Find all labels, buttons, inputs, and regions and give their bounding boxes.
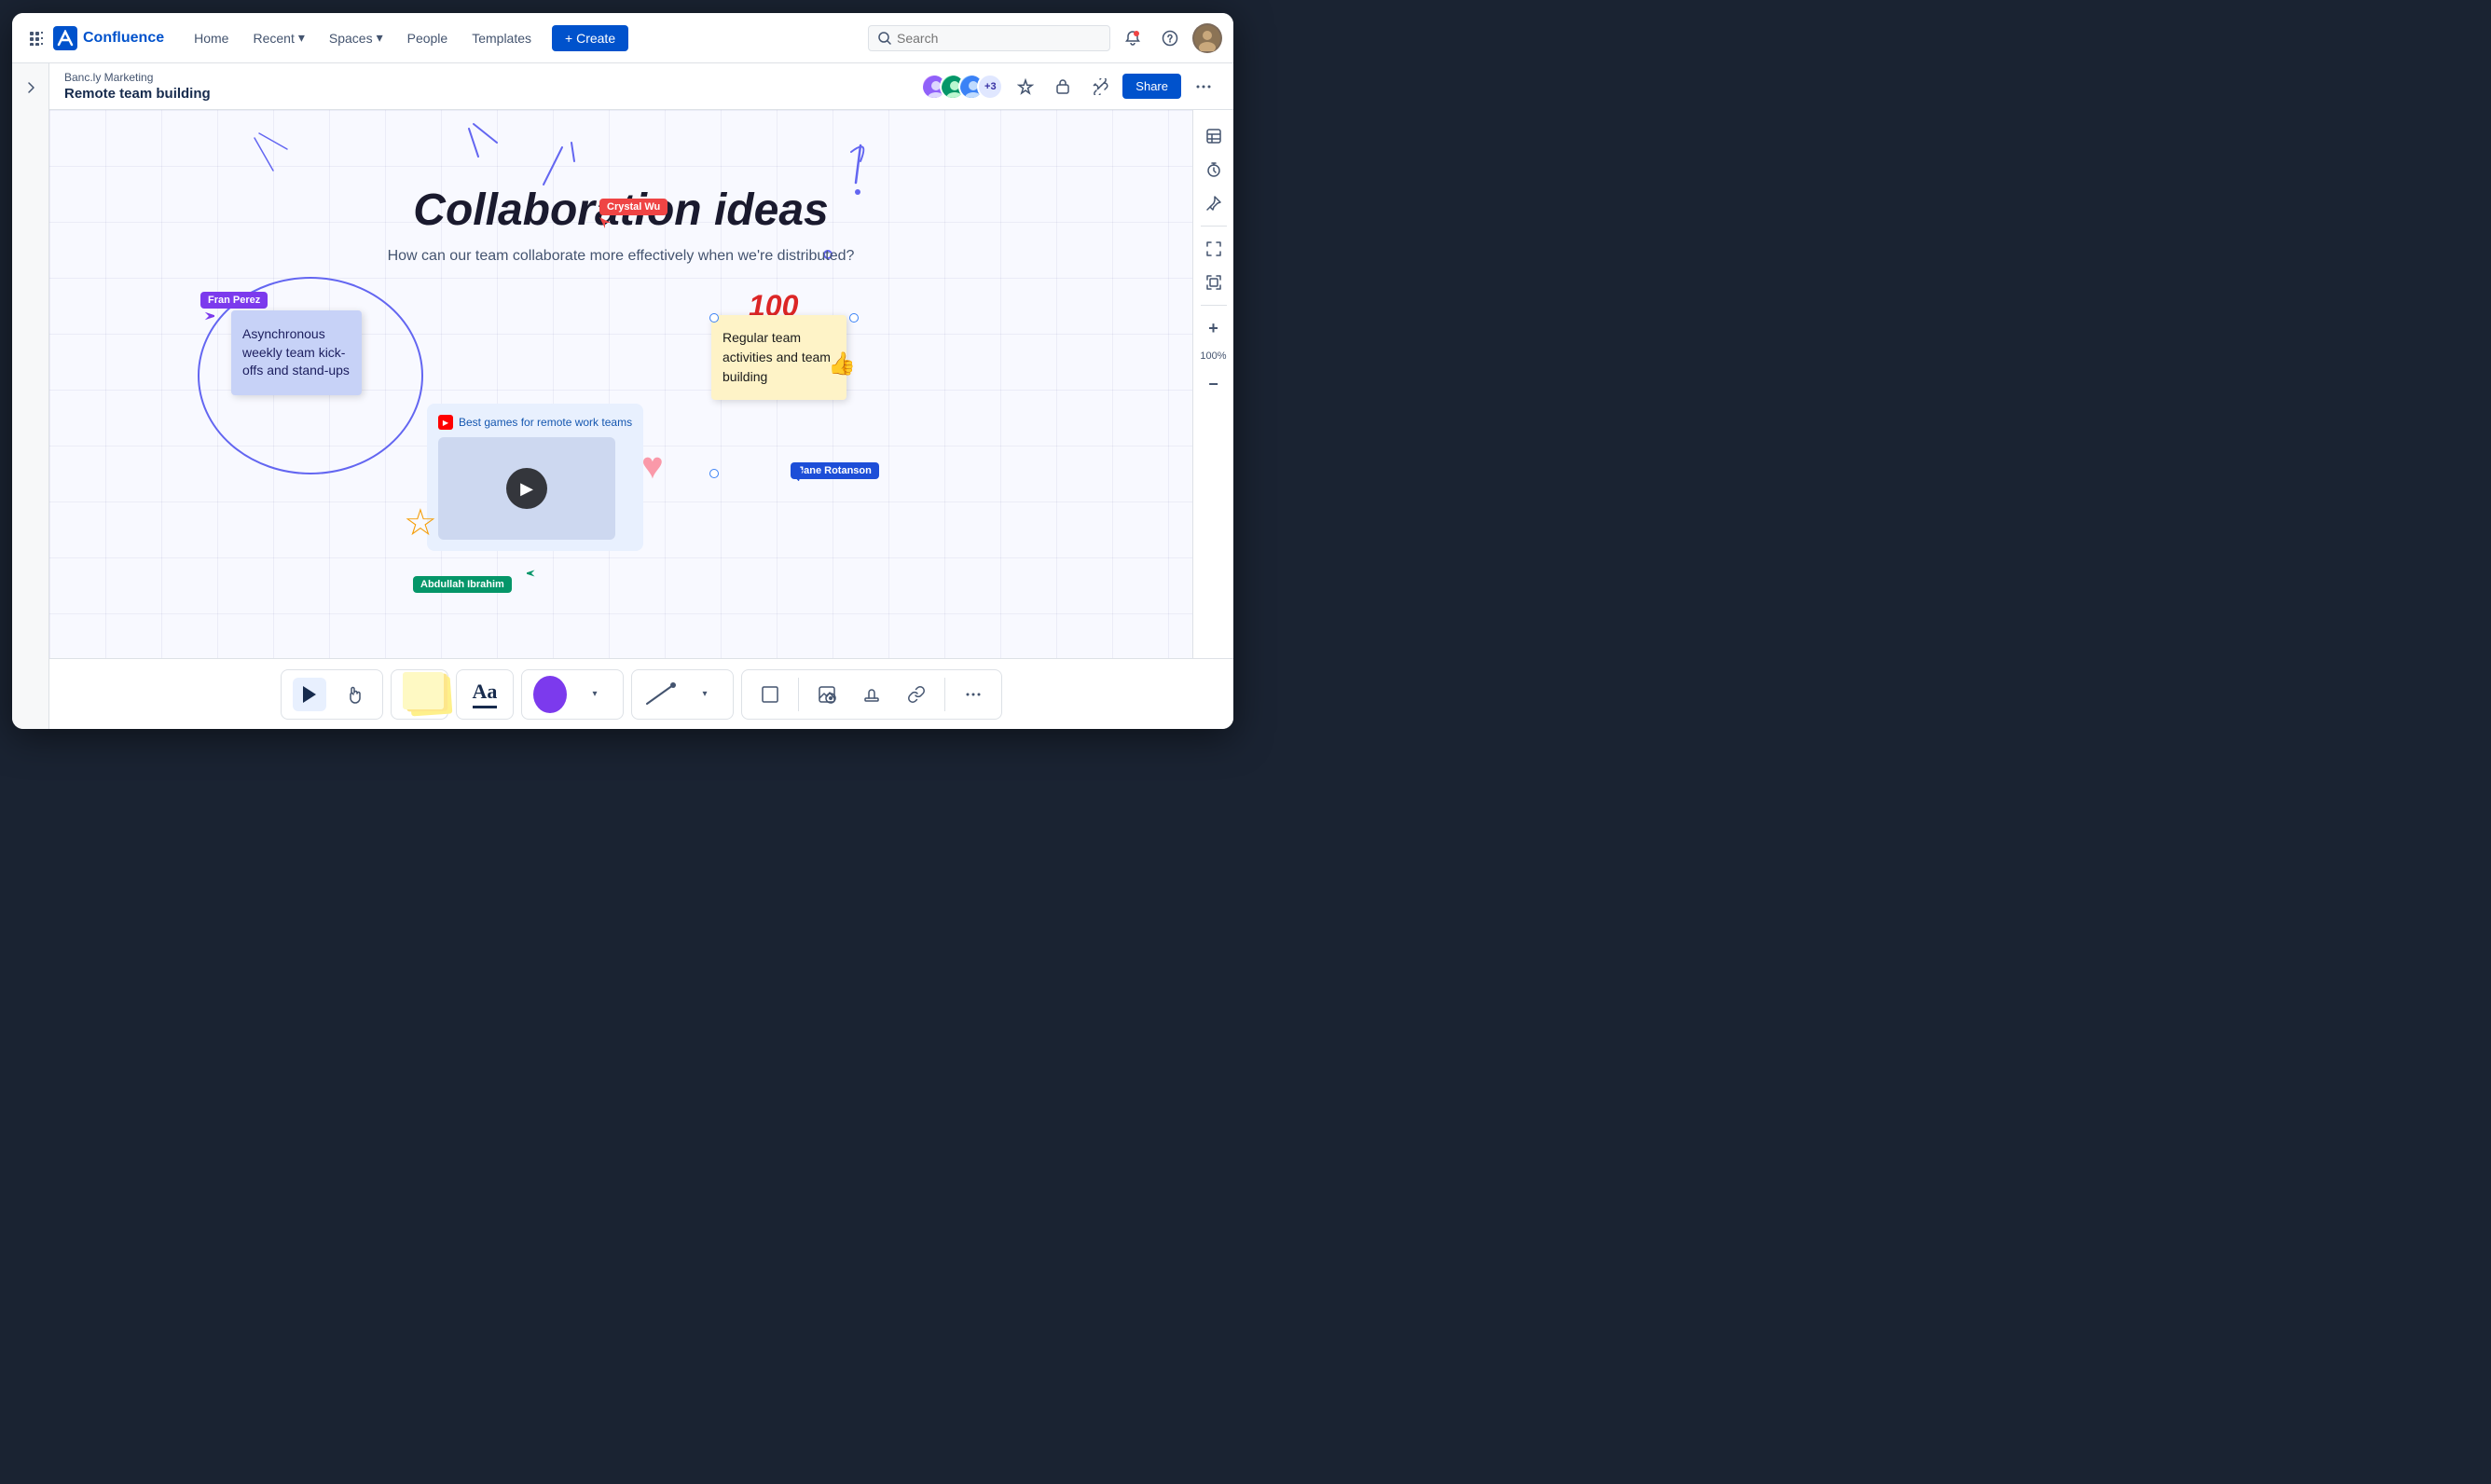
topbar-left: Confluence Home Recent ▾ Spaces ▾ People…: [23, 24, 628, 51]
copy-link-button[interactable]: [1085, 72, 1115, 102]
chevron-down-icon: ▾: [592, 689, 597, 699]
cursor-abdullah-ibrahim: Abdullah Ibrahim: [413, 576, 512, 593]
cursor-crystal-wu: Crystal Wu: [599, 199, 667, 215]
main-content: Banc.ly Marketing Remote team building: [49, 63, 1233, 729]
sticky-stack: [403, 672, 436, 717]
page-header: Banc.ly Marketing Remote team building: [49, 63, 1233, 110]
thumbs-up-emoji: 👍: [828, 348, 856, 381]
share-button[interactable]: Share: [1122, 74, 1181, 99]
table-icon[interactable]: [1199, 121, 1229, 151]
content-area: Banc.ly Marketing Remote team building: [12, 63, 1233, 729]
fit-all-icon[interactable]: [1199, 234, 1229, 264]
stamp-button[interactable]: [855, 678, 888, 711]
more-options-button[interactable]: [1189, 72, 1218, 102]
page-header-right: +3: [921, 72, 1218, 102]
circle-shape-icon: [533, 676, 567, 713]
main-nav: Home Recent ▾ Spaces ▾ People Templates …: [183, 24, 628, 51]
zoom-out-button[interactable]: −: [1199, 369, 1229, 399]
sticky-layer-front: [403, 672, 444, 709]
help-button[interactable]: [1155, 23, 1185, 53]
hand-tool-button[interactable]: [337, 678, 371, 711]
cursor-arrow-fran: [203, 310, 214, 322]
sticky-tool-group: [391, 669, 448, 720]
sidebar-toggle: [12, 63, 49, 729]
more-tools-button[interactable]: [956, 678, 990, 711]
logo[interactable]: Confluence: [53, 26, 164, 50]
shape-circle-button[interactable]: [533, 678, 567, 711]
fit-selection-icon[interactable]: [1199, 268, 1229, 297]
zoom-in-button[interactable]: +: [1199, 313, 1229, 343]
heart-decoration: ♥: [641, 446, 664, 488]
browser-window: Confluence Home Recent ▾ Spaces ▾ People…: [12, 13, 1233, 729]
sticky-note-async[interactable]: Asynchronous weekly team kick-offs and s…: [231, 310, 362, 395]
topbar: Confluence Home Recent ▾ Spaces ▾ People…: [12, 13, 1233, 63]
nav-home[interactable]: Home: [183, 25, 240, 51]
grid-icon[interactable]: [23, 25, 49, 51]
image-button[interactable]: [810, 678, 844, 711]
bottom-toolbar: Aa ▾: [49, 658, 1233, 729]
cursor-jane-rotanson: Jane Rotanson: [791, 462, 879, 479]
bt-separator-2: [944, 678, 945, 711]
star-decoration: ☆: [404, 502, 437, 544]
restrictions-button[interactable]: [1048, 72, 1078, 102]
link-button[interactable]: [900, 678, 933, 711]
sticky-note-button[interactable]: [403, 678, 436, 711]
whiteboard-subtitle: How can our team collaborate more effect…: [388, 248, 855, 265]
pin-icon[interactable]: [1199, 188, 1229, 218]
user-avatar[interactable]: [1192, 23, 1222, 53]
search-box[interactable]: [868, 25, 1110, 51]
youtube-icon: ▶: [438, 415, 453, 430]
line-dropdown-button[interactable]: ▾: [688, 678, 722, 711]
cursor-arrow-abdullah: [527, 569, 538, 580]
nav-people[interactable]: People: [396, 25, 460, 51]
topbar-right: [868, 23, 1222, 53]
play-pointer-button[interactable]: [293, 678, 326, 711]
zoom-level: 100%: [1196, 347, 1230, 365]
line-tool-button[interactable]: [643, 678, 677, 711]
nav-recent[interactable]: Recent ▾: [241, 24, 315, 51]
collaborators-count: +3: [977, 74, 1003, 100]
selection-handle-tl[interactable]: [709, 313, 719, 323]
pointer-tool-group: [281, 669, 383, 720]
video-title: ▶ Best games for remote work teams: [438, 415, 632, 430]
shape-tool-group: ▾: [521, 669, 624, 720]
nav-templates[interactable]: Templates: [461, 25, 543, 51]
timer-icon[interactable]: [1199, 155, 1229, 185]
sidebar-toggle-button[interactable]: [18, 75, 44, 101]
video-thumbnail[interactable]: ▶: [438, 437, 615, 540]
logo-text: Confluence: [83, 30, 164, 47]
bt-separator-1: [798, 678, 799, 711]
star-button[interactable]: [1011, 72, 1040, 102]
text-tool-group: Aa: [456, 669, 514, 720]
nav-spaces[interactable]: Spaces ▾: [318, 24, 394, 51]
cursor-fran-perez: Fran Perez: [200, 292, 268, 309]
breadcrumb: Banc.ly Marketing: [64, 71, 211, 84]
text-tool-icon: Aa: [473, 680, 498, 708]
notifications-button[interactable]: [1118, 23, 1148, 53]
rt-separator-1: [1201, 226, 1227, 227]
create-button[interactable]: + Create: [552, 25, 628, 51]
selection-handle-tr[interactable]: [849, 313, 859, 323]
frame-button[interactable]: [753, 678, 787, 711]
right-toolbar: + 100% −: [1192, 110, 1233, 658]
shape-dropdown-button[interactable]: ▾: [578, 678, 612, 711]
search-input[interactable]: [897, 31, 1100, 46]
text-tool-button[interactable]: Aa: [468, 678, 502, 711]
play-button[interactable]: ▶: [506, 468, 547, 509]
selection-handle-bl[interactable]: [709, 469, 719, 478]
other-tools-group: [741, 669, 1002, 720]
chevron-down-icon-2: ▾: [702, 689, 707, 699]
collaborators-avatars: +3: [921, 74, 1003, 100]
video-embed[interactable]: ▶ Best games for remote work teams ▶: [427, 404, 643, 551]
whiteboard-canvas[interactable]: Collaboration ideas How can our team col…: [49, 110, 1192, 658]
rt-separator-2: [1201, 305, 1227, 306]
page-title: Remote team building: [64, 86, 211, 102]
line-tool-group: ▾: [631, 669, 734, 720]
logo-icon: [53, 26, 77, 50]
sticky-note-activities[interactable]: Regular team activities and team buildin…: [711, 315, 846, 400]
